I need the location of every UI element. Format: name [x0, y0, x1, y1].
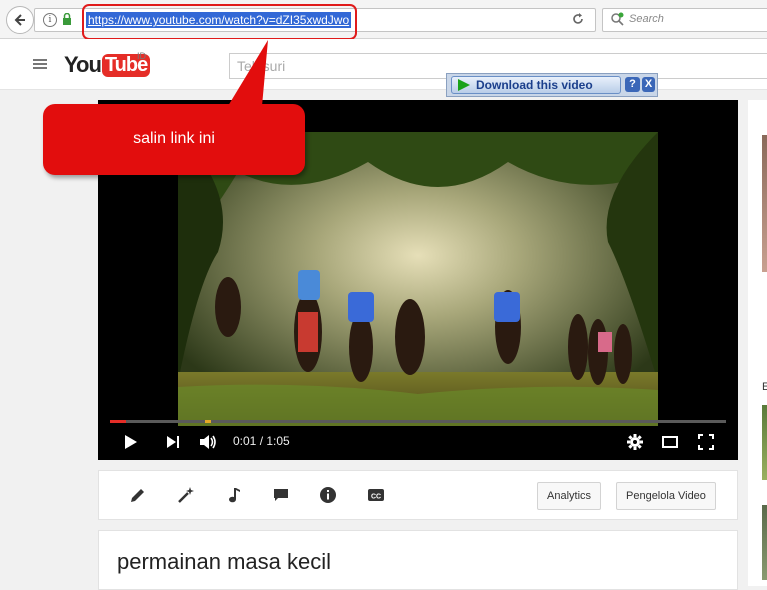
- svg-text:CC: CC: [371, 494, 381, 501]
- pencil-icon[interactable]: [129, 486, 147, 504]
- speech-bubble-icon[interactable]: [272, 486, 290, 504]
- video-info-card: permainan masa kecil: [98, 530, 738, 590]
- info-icon[interactable]: [319, 486, 337, 504]
- video-title: permainan masa kecil: [117, 549, 331, 574]
- analytics-button[interactable]: Analytics: [537, 482, 602, 510]
- video-manager-button[interactable]: Pengelola Video: [616, 482, 716, 510]
- music-note-icon[interactable]: [225, 486, 243, 504]
- cc-icon[interactable]: CC: [367, 486, 385, 504]
- video-editor-toolbar: CC Analytics Pengelola Video: [98, 470, 738, 520]
- magic-wand-icon[interactable]: [177, 486, 195, 504]
